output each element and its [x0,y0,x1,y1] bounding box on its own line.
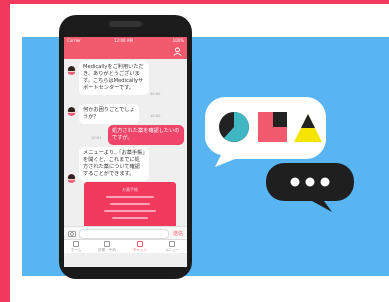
card-text-line [110,203,150,205]
battery-label: 100% [172,38,184,43]
send-button[interactable]: 送信 [173,230,183,237]
message-time-1: 10:00 [150,92,161,96]
support-avatar [67,174,76,183]
tab-bar: ホーム 診察・予約 チャット メニュー [64,239,187,253]
card-text-line [104,210,156,212]
user-icon[interactable] [173,47,182,56]
message-time-3: 10:01 [91,136,102,140]
phone-speaker [109,21,142,27]
status-time: 12:00 AM [114,38,133,43]
menu-icon [169,241,175,247]
chat-message-4: メニューより、「お薬手帳」を開くと、これまでに処方された薬について確認することが… [79,147,149,181]
top-accent-bar [0,0,389,4]
card-title: お薬手帳 [122,187,138,192]
chat-message-3: 処方された薬を確認したいのですが。 [108,125,184,145]
medicine-notebook-card[interactable]: お薬手帳 [84,182,176,230]
left-accent-bar [0,0,10,302]
plus-icon [104,241,110,247]
carrier-label: Carrier [67,38,81,43]
nav-bar [64,45,187,59]
tab-home[interactable]: ホーム [64,241,88,253]
message-input-bar[interactable]: 送信 [64,226,187,240]
card-text-line [106,196,154,198]
typing-bubble-icon [266,163,354,212]
support-avatar [67,107,76,116]
tab-chat[interactable]: チャット [128,241,152,253]
tab-appointment[interactable]: 診察・予約 [95,241,119,253]
speech-bubble-shapes-icon [205,97,326,167]
chat-message-1: Medicallyをご利用いただき、ありがとうございます。こちらはMedical… [79,61,149,95]
message-input[interactable] [79,229,169,239]
camera-icon[interactable] [68,230,76,237]
message-time-2: 10:00 [150,114,161,118]
home-icon [73,241,79,247]
status-bar: Carrier 12:00 AM 100% [64,37,187,45]
chat-message-2: 何かお困りごとでしょうか？ [79,104,139,124]
card-text-line [112,217,148,219]
support-avatar [67,66,76,75]
tab-menu[interactable]: メニュー [160,241,184,253]
chat-icon [137,241,143,247]
